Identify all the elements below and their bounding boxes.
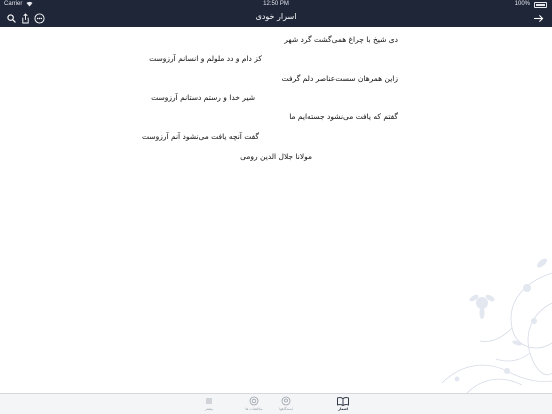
poem-line: گفتم که یافت می‌نشود جسته‌ایم ما [289, 112, 398, 121]
tab-label: مناقشات ها [245, 407, 263, 411]
tab-poems[interactable]: اشعار [323, 396, 363, 414]
poem-line: دی شیخ با چراغ همی‌گشت گرد شهر [284, 35, 398, 44]
tab-more[interactable]: بیشتر [189, 396, 229, 414]
poem-author: مولانا جلال الدین رومی [240, 152, 312, 161]
tab-label: ایستگاهها [279, 407, 293, 411]
battery-icon [534, 2, 547, 8]
poem-line: کز دام و دد ملولم و انسانم آرزوست [149, 54, 262, 63]
status-time: 12:50 PM [263, 1, 289, 7]
tab-discussions[interactable]: مناقشات ها [234, 396, 274, 414]
tab-label: بیشتر [204, 407, 214, 411]
tab-label: اشعار [338, 407, 348, 411]
battery-percent: 100% [514, 1, 530, 7]
navigation-bar: اسرار خودی [0, 10, 552, 27]
more-icon [203, 396, 215, 406]
forward-arrow-icon[interactable] [532, 12, 545, 25]
poem-line: گفت آنچه یافت می‌نشود آنم آرزوست [141, 132, 259, 141]
floral-decoration-icon [441, 258, 552, 393]
page-title: اسرار خودی [255, 12, 297, 21]
poem-line: شیر خدا و رستم دستانم آرزوست [151, 93, 255, 102]
location-icon [280, 396, 292, 406]
status-bar: Carrier 12:50 PM 100% [0, 0, 552, 10]
book-icon [337, 396, 349, 406]
circle-icon [248, 396, 260, 406]
poem-line: زاین همرهان سست‌عناصر دلم گرفت [281, 74, 398, 83]
tab-bar: اشعار ایستگاهها مناقشات ها بیشتر [0, 393, 552, 414]
poem-content: دی شیخ با چراغ همی‌گشت گرد شهر کز دام و … [0, 27, 552, 393]
